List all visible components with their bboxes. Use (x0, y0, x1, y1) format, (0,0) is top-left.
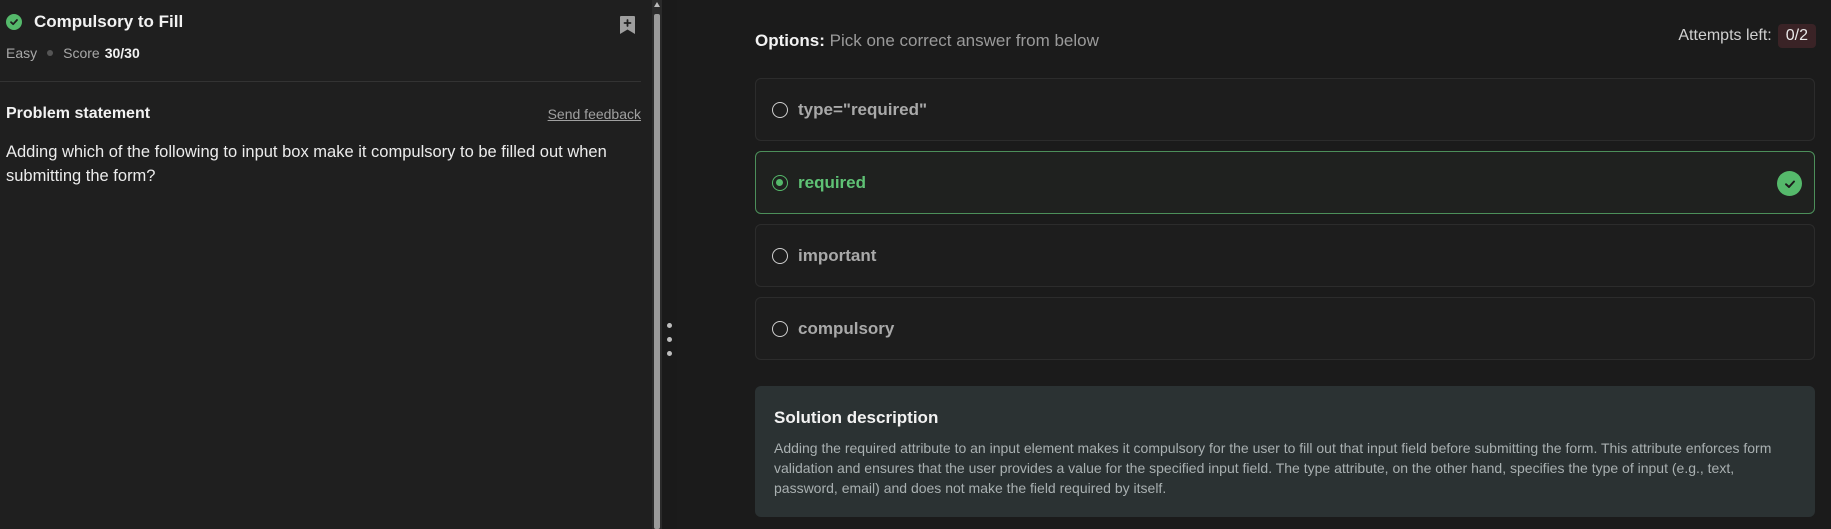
radio-selected-icon[interactable] (772, 174, 788, 191)
problem-statement-header: Problem statement Send feedback (6, 105, 641, 123)
score-label: Score (63, 45, 100, 61)
solution-title: Solution description (774, 408, 939, 427)
meta-separator (47, 50, 54, 56)
option-required[interactable]: required (755, 151, 1815, 214)
scroll-up-arrow-icon[interactable] (654, 2, 660, 7)
option-label: type="required" (798, 99, 928, 119)
score-value: 30/30 (104, 45, 140, 61)
option-type-required[interactable]: type="required" (755, 78, 1815, 141)
problem-meta: Easy Score 30/30 (6, 45, 641, 61)
radio-icon[interactable] (772, 247, 788, 264)
problem-header: Compulsory to Fill Easy Score 30/30 (0, 0, 641, 82)
problem-title: Compulsory to Fill (34, 12, 184, 31)
attempts-label: Attempts left: (1678, 27, 1772, 44)
option-label: compulsory (798, 318, 895, 338)
bookmark-add-icon[interactable] (618, 14, 637, 36)
pane-resize-handle[interactable] (662, 0, 677, 529)
solution-box: Solution description Adding the required… (755, 386, 1815, 517)
drag-handle-icon (667, 337, 672, 342)
options-heading-bold: Options: (755, 31, 825, 50)
drag-handle-icon (667, 323, 672, 328)
send-feedback-link[interactable]: Send feedback (548, 106, 641, 122)
option-label: required (798, 172, 867, 192)
attempts-badge: 0/2 (1777, 24, 1816, 48)
options-heading: Options: Pick one correct answer from be… (755, 31, 1099, 51)
drag-handle-icon (667, 351, 672, 356)
left-pane-scrollbar[interactable] (652, 0, 662, 529)
problem-statement-title: Problem statement (6, 105, 151, 122)
option-compulsory[interactable]: compulsory (755, 297, 1815, 360)
radio-icon[interactable] (772, 101, 788, 118)
options-heading-instruction: Pick one correct answer from below (824, 31, 1099, 50)
correct-check-icon (1777, 171, 1802, 196)
title-row: Compulsory to Fill (6, 12, 641, 32)
check-circle-icon (6, 14, 22, 30)
app-root: Compulsory to Fill Easy Score 30/30 Prob… (0, 0, 1831, 529)
solution-text: Adding the required attribute to an inpu… (774, 440, 1772, 496)
option-important[interactable]: important (755, 224, 1815, 287)
option-label: important (798, 245, 877, 265)
difficulty-label: Easy (6, 45, 38, 61)
options-pane: Options: Pick one correct answer from be… (677, 0, 1831, 529)
scroll-thumb[interactable] (654, 14, 660, 529)
problem-pane: Compulsory to Fill Easy Score 30/30 Prob… (0, 0, 652, 529)
attempts-indicator: Attempts left: 0/2 (1678, 24, 1816, 48)
problem-statement-text: Adding which of the following to input b… (6, 143, 607, 185)
radio-icon[interactable] (772, 320, 788, 337)
